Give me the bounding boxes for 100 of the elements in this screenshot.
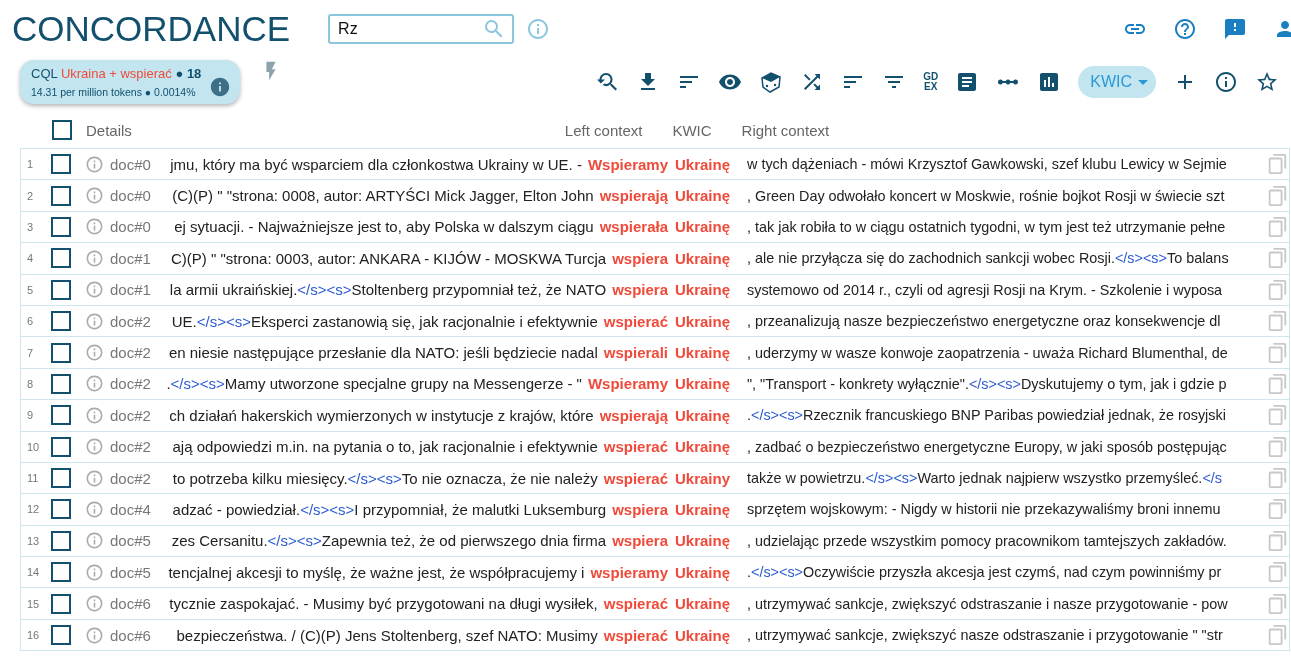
left-context: tycznie zaspokajać. - Musimy być przygotowani na długi wysiłek, (169, 595, 598, 613)
row-checkbox[interactable] (51, 154, 71, 175)
row-number: 15 (26, 597, 41, 610)
left-context: en niesie następujące przesłanie dla NATO: jeśli będziecie nadal (168, 344, 598, 362)
kwic-word: wspierać (603, 312, 668, 330)
right-context: .</s><s>Oczywiście przyszła akcesja jest czymś, nad czym powinniśmy pr (747, 564, 1223, 581)
row-checkbox[interactable] (51, 216, 71, 237)
kwic-word: Ukrainę (675, 595, 732, 613)
row-checkbox[interactable] (51, 311, 71, 332)
doc-id[interactable]: doc#2 (110, 469, 160, 487)
row-checkbox[interactable] (51, 279, 71, 300)
left-context: bezpieczeństwa. / (C)(P) Jens Stoltenberg, szef NATO: Musimy (176, 626, 598, 644)
right-context: , uderzymy w wasze konwoje zaopatrzenia - uważa Richard Blumenthal, de (747, 344, 1229, 361)
left-context: tencjalnej akcesji to myślę, że ważne jest, że współpracujemy i (168, 563, 585, 581)
doc-id[interactable]: doc#4 (110, 501, 160, 518)
right-context: , tak jak robiła to w ciągu ostatnich tygodni, w tym jest też utrzymanie pełne (747, 218, 1227, 235)
star-icon[interactable] (1255, 70, 1279, 94)
info-icon[interactable] (209, 76, 232, 98)
feedback-icon[interactable] (1223, 17, 1247, 41)
row-checkbox[interactable] (51, 185, 71, 206)
row-checkbox[interactable] (51, 593, 71, 614)
kwic-word: wspiera (612, 532, 668, 550)
kwic-word: Ukrainę (675, 563, 732, 581)
doc-id[interactable]: doc#2 (110, 438, 160, 456)
kwic-word: Ukrainę (675, 312, 732, 330)
gdex-button[interactable]: GD EX (923, 72, 939, 92)
left-context: jmu, który ma być wsparciem dla członkostwa Ukrainy w UE. - (170, 155, 582, 173)
search-field[interactable]: Rz (328, 14, 515, 44)
right-context: , ale nie przyłącza się do zachodnich sankcji wobec Rosji.</s><s>To balans (747, 250, 1230, 267)
row-checkbox[interactable] (51, 436, 71, 457)
right-context: w tych dążeniach - mówi Krzysztof Gawkowski, szef klubu Lewicy w Sejmie (747, 156, 1228, 173)
doc-id[interactable]: doc#0 (110, 218, 160, 236)
doc-id[interactable]: doc#6 (110, 626, 160, 644)
left-context: ch działań hakerskich wymierzonych w instytucje z krajów, które (169, 406, 594, 424)
left-context: .</s><s>Mamy utworzone specjalne grupy na Messengerze - " (166, 375, 582, 393)
page-title: CONCORDANCE (12, 9, 291, 49)
doc-id[interactable]: doc#2 (110, 406, 160, 424)
kwic-word: wspierali (603, 344, 668, 362)
doc-id[interactable]: doc#2 (110, 344, 160, 362)
right-context: także w powietrzu.</s><s>Warto jednak najpierw wszystko przemyśleć.</s (747, 470, 1223, 487)
row-number: 3 (26, 220, 35, 233)
column-header: Details (86, 121, 132, 139)
doc-id[interactable]: doc#0 (110, 155, 160, 173)
help-icon[interactable] (1173, 17, 1197, 41)
dice-icon[interactable] (759, 70, 784, 94)
row-number: 5 (26, 283, 35, 296)
right-context: , Green Day odwołało koncert w Moskwie, rośnie bojkot Rosji w świecie szt (747, 187, 1226, 204)
row-checkbox[interactable] (51, 562, 71, 583)
kwic-word: Ukrainę (675, 218, 732, 236)
row-number: 11 (26, 472, 40, 485)
right-context: , zadbać o bezpieczeństwo energetyczne Europy, w jaki sposób postępując (747, 438, 1228, 455)
caret-icon (1138, 79, 1148, 85)
left-context: adzać - powiedział.</s><s>I przypomniał, że malutki Luksemburg (172, 501, 607, 518)
right-context: , utrzymywać sankcje, zwiększyć nasze odstraszanie i przygotowanie " "str (747, 627, 1224, 644)
right-context: , udzielając przede wszystkim pomocy pracownikom tamtejszych zakładów. (747, 532, 1228, 549)
left-context: ają odpowiedzi m.in. na pytania o to, jak racjonalnie i efektywnie (172, 438, 598, 456)
row-checkbox[interactable] (51, 625, 71, 646)
select-all-checkbox[interactable] (52, 120, 72, 140)
query-summary: CQL Ukraina + wspierać ● 18 (31, 66, 202, 81)
row-checkbox[interactable] (51, 248, 71, 269)
kwic-word: Ukrainę (675, 406, 732, 424)
doc-id[interactable]: doc#2 (110, 312, 160, 330)
left-context: la armii ukraińskiej.</s><s>Stoltenberg przypomniał też, że NATO (169, 281, 607, 299)
row-number: 4 (26, 252, 35, 265)
kwic-word: wspiera (612, 501, 668, 518)
kwic-word: wspieramy (590, 563, 668, 581)
left-context: UE.</s><s>Eksperci zastanowią się, jak racjonalnie i efektywnie (171, 312, 598, 330)
row-checkbox[interactable] (51, 373, 71, 394)
row-checkbox[interactable] (51, 499, 71, 520)
row-checkbox[interactable] (51, 468, 71, 489)
right-context: systemowo od 2014 r., czyli od agresji Rosji na Krym. - Szkolenie i wyposa (747, 281, 1224, 298)
kwic-word: wspierać (603, 438, 668, 456)
kwic-word: wspierają (599, 187, 668, 205)
doc-id[interactable]: doc#1 (110, 281, 160, 299)
row-number: 10 (26, 440, 41, 453)
row-number: 14 (26, 566, 41, 579)
kwic-word: wspiera (612, 249, 668, 267)
row-checkbox[interactable] (51, 405, 71, 426)
left-context: C)(P) " "strona: 0003, autor: ANKARA - KIJÓW - MOSKWA Turcja (170, 249, 607, 267)
row-checkbox[interactable] (51, 530, 71, 551)
doc-id[interactable]: doc#1 (110, 249, 160, 267)
kwic-word: wspierać (603, 595, 668, 613)
doc-id[interactable]: doc#6 (110, 595, 160, 613)
row-number: 2 (26, 189, 35, 202)
right-context: ", "Transport - konkrety wyłącznie".</s><s>Dyskutujemy o tym, jak i gdzie p (747, 375, 1228, 392)
doc-id[interactable]: doc#0 (110, 187, 160, 205)
row-number: 7 (26, 346, 35, 359)
right-context: .</s><s>Rzecznik francuskiego BNP Paribas powiedział jednak, że rosyjski (747, 407, 1227, 424)
kwic-word: Ukrainę (675, 532, 732, 550)
column-header: KWIC (672, 121, 712, 139)
left-context: (C)(P) " "strona: 0008, autor: ARTYŚCI Mick Jagger, Elton John (172, 187, 594, 205)
doc-id[interactable]: doc#2 (110, 375, 160, 393)
doc-id[interactable]: doc#5 (110, 563, 160, 581)
row-number: 12 (26, 503, 41, 516)
kwic-word: Ukrainę (675, 375, 732, 393)
view-dropdown[interactable]: KWIC (1078, 66, 1156, 98)
doc-id[interactable]: doc#5 (110, 532, 160, 550)
row-number: 8 (26, 377, 35, 390)
info-icon[interactable] (1214, 70, 1238, 94)
row-checkbox[interactable] (51, 342, 71, 363)
